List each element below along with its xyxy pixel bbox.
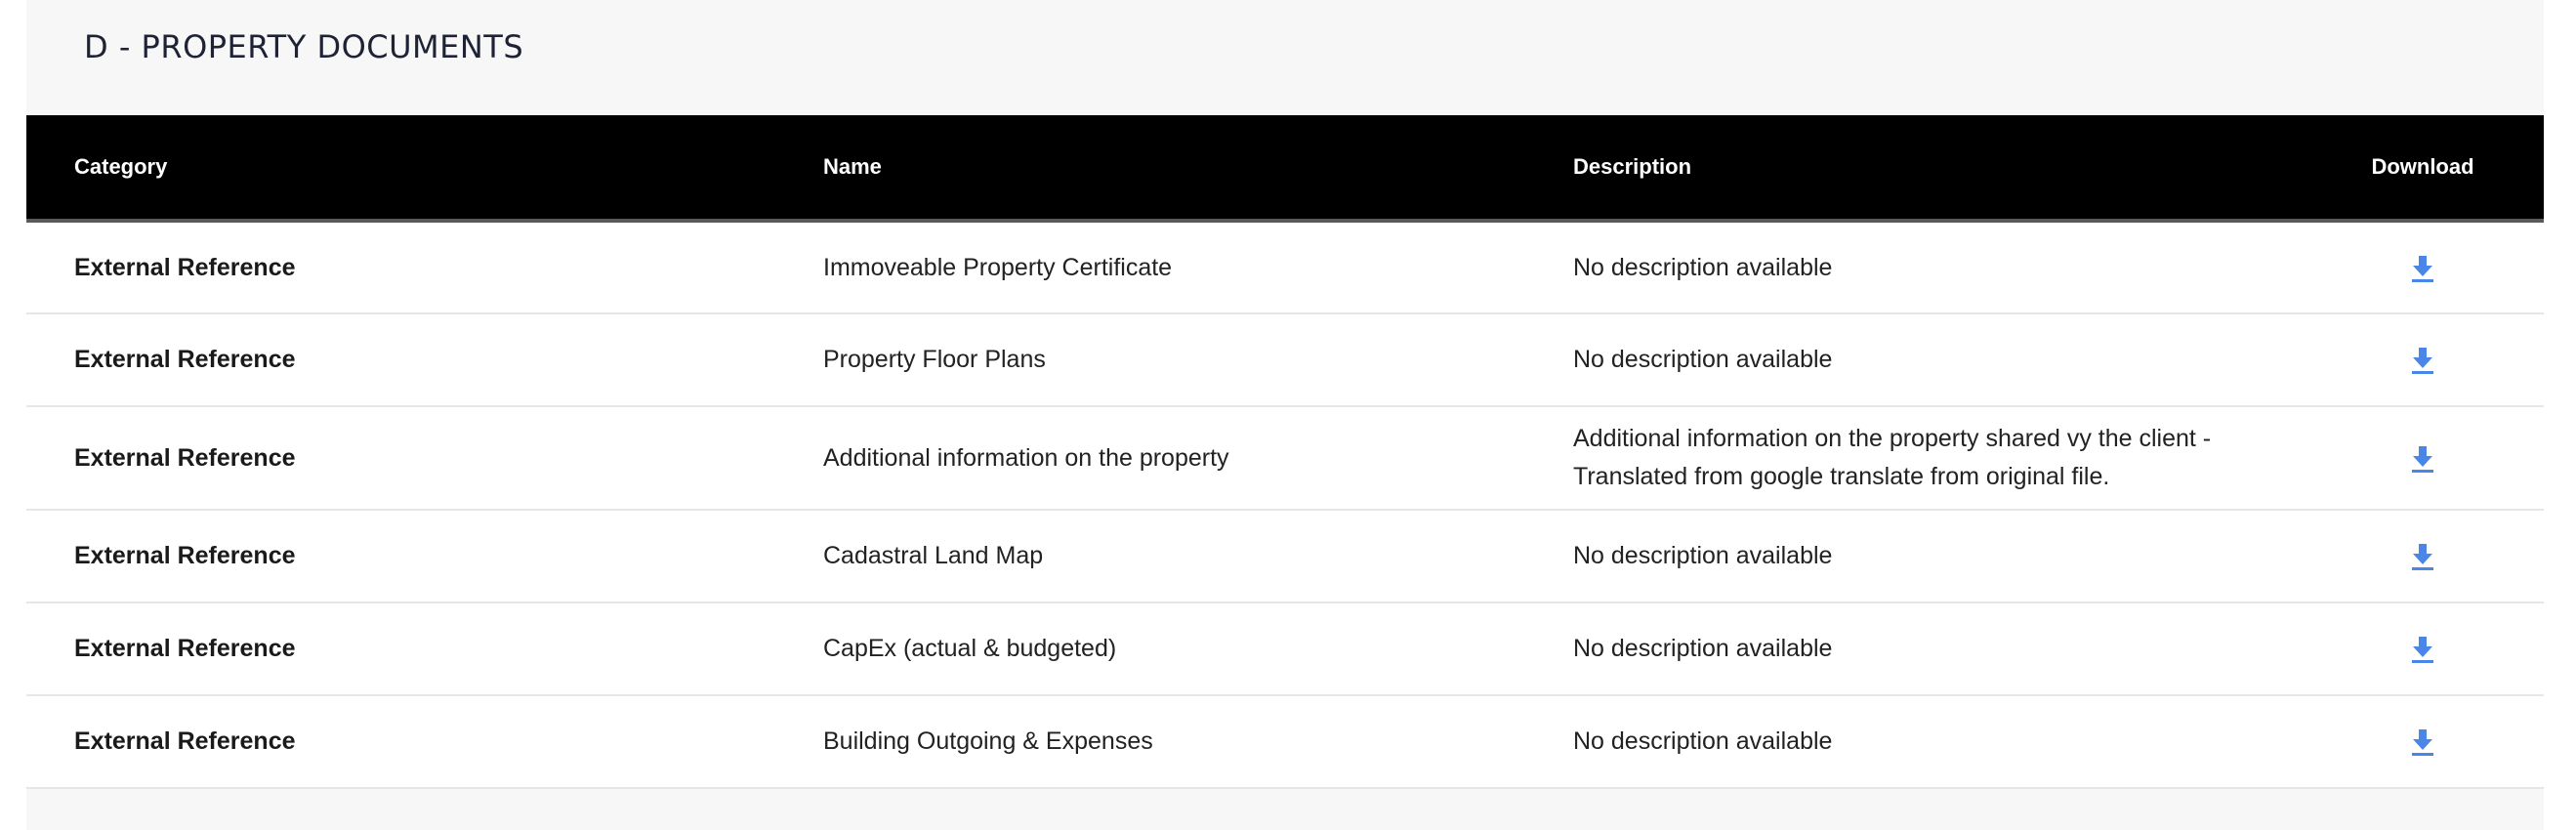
download-icon[interactable]	[2411, 254, 2434, 283]
download-icon[interactable]	[2411, 635, 2434, 664]
description-cell: Additional information on the property s…	[1525, 406, 2302, 511]
description-cell: No description available	[1525, 221, 2302, 314]
table-row: External Reference CapEx (actual & budge…	[26, 602, 2544, 696]
download-icon[interactable]	[2411, 542, 2434, 571]
table-row: External Reference Building Outgoing & E…	[26, 695, 2544, 789]
description-cell: No description available	[1525, 695, 2302, 789]
download-cell	[2302, 313, 2544, 407]
download-cell	[2302, 221, 2544, 314]
section-header: D - PROPERTY DOCUMENTS	[26, 0, 2544, 115]
category-cell: External Reference	[26, 510, 775, 603]
column-header-category[interactable]: Category	[26, 115, 775, 223]
name-cell: CapEx (actual & budgeted)	[775, 602, 1525, 696]
table-row: External Reference Cadastral Land Map No…	[26, 510, 2544, 603]
category-cell: External Reference	[26, 221, 775, 314]
download-cell	[2302, 602, 2544, 696]
column-header-name[interactable]: Name	[775, 115, 1525, 223]
description-cell: No description available	[1525, 510, 2302, 603]
table-body: External Reference Immoveable Property C…	[26, 221, 2544, 789]
section-title: D - PROPERTY DOCUMENTS	[84, 28, 524, 65]
column-header-description[interactable]: Description	[1525, 115, 2302, 223]
table-header-row: Category Name Description Download	[26, 115, 2544, 223]
name-cell: Cadastral Land Map	[775, 510, 1525, 603]
download-icon[interactable]	[2411, 444, 2434, 474]
name-cell: Additional information on the property	[775, 406, 1525, 511]
table-row: External Reference Immoveable Property C…	[26, 221, 2544, 314]
download-cell	[2302, 406, 2544, 511]
name-cell: Building Outgoing & Expenses	[775, 695, 1525, 789]
name-cell: Immoveable Property Certificate	[775, 221, 1525, 314]
table-header: Category Name Description Download	[26, 115, 2544, 223]
download-cell	[2302, 510, 2544, 603]
table-row: External Reference Property Floor Plans …	[26, 313, 2544, 407]
download-cell	[2302, 695, 2544, 789]
name-cell: Property Floor Plans	[775, 313, 1525, 407]
description-cell: No description available	[1525, 313, 2302, 407]
property-documents-panel: D - PROPERTY DOCUMENTS Category Name Des…	[26, 0, 2544, 830]
download-icon[interactable]	[2411, 727, 2434, 757]
download-icon[interactable]	[2411, 346, 2434, 375]
category-cell: External Reference	[26, 602, 775, 696]
table-row: External Reference Additional informatio…	[26, 406, 2544, 511]
category-cell: External Reference	[26, 313, 775, 407]
description-cell: No description available	[1525, 602, 2302, 696]
category-cell: External Reference	[26, 406, 775, 511]
category-cell: External Reference	[26, 695, 775, 789]
column-header-download[interactable]: Download	[2302, 115, 2544, 223]
documents-table: Category Name Description Download Exter…	[26, 115, 2544, 789]
